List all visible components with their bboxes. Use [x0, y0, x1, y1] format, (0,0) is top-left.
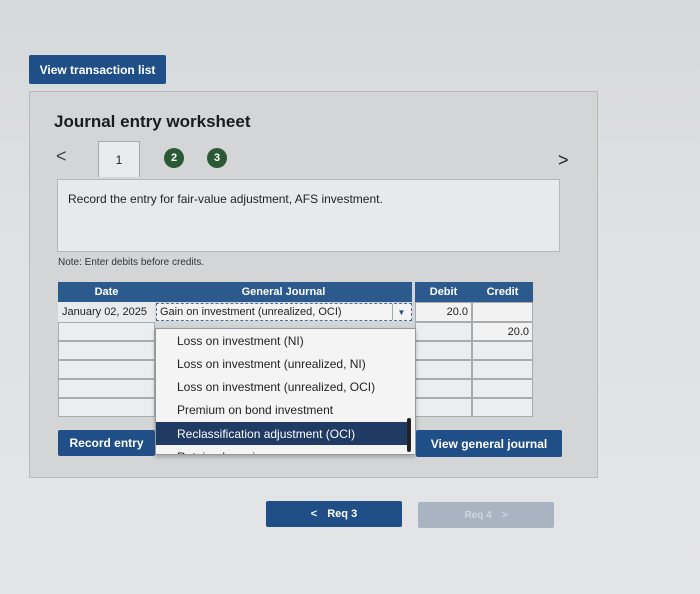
dropdown-option[interactable]: Loss on investment (NI): [156, 329, 408, 352]
debit-input[interactable]: [415, 398, 472, 417]
debit-input[interactable]: [415, 379, 472, 398]
record-entry-button[interactable]: Record entry: [58, 430, 155, 456]
next-requirement-label: Req 4: [464, 509, 492, 521]
credit-input[interactable]: [472, 398, 533, 417]
dropdown-option[interactable]: Premium on bond investment: [156, 398, 408, 421]
tab-label: 1: [115, 152, 123, 167]
date-cell[interactable]: [58, 322, 155, 341]
debit-input[interactable]: [415, 341, 472, 360]
tab-3[interactable]: 3: [207, 148, 227, 168]
view-transaction-list-button[interactable]: View transaction list: [29, 55, 166, 84]
credit-input[interactable]: [472, 379, 533, 398]
date-cell[interactable]: January 02, 2025: [58, 302, 155, 322]
chevron-left-icon[interactable]: <: [56, 146, 72, 166]
view-general-journal-button[interactable]: View general journal: [416, 430, 562, 457]
date-cell[interactable]: [58, 398, 155, 417]
dropdown-option[interactable]: Loss on investment (unrealized, NI): [156, 352, 408, 375]
dropdown-scrollbar[interactable]: [407, 418, 411, 452]
prev-requirement-label: Req 3: [327, 508, 358, 520]
note-text: Note: Enter debits before credits.: [58, 257, 205, 268]
column-header-general-journal: General Journal: [155, 282, 412, 302]
dropdown-option[interactable]: Retained earnings: [156, 445, 408, 455]
dropdown-option[interactable]: Loss on investment (unrealized, OCI): [156, 375, 408, 398]
tab-2[interactable]: 2: [164, 148, 184, 168]
credit-input[interactable]: [472, 341, 533, 360]
date-cell[interactable]: [58, 360, 155, 379]
debit-input[interactable]: [415, 360, 472, 379]
chevron-left-icon: <: [310, 508, 318, 520]
dropdown-option-selected[interactable]: Reclassification adjustment (OCI): [156, 422, 408, 445]
credit-input[interactable]: [472, 302, 533, 322]
column-header-credit: Credit: [472, 282, 533, 302]
column-header-debit: Debit: [415, 282, 472, 302]
account-dropdown-list[interactable]: Loss on investment (NI) Loss on investme…: [155, 328, 416, 455]
next-requirement-button[interactable]: Req 4 >: [418, 502, 554, 528]
instruction-text: Record the entry for fair-value adjustme…: [68, 192, 383, 206]
credit-input[interactable]: 20.0: [472, 322, 533, 341]
debit-input[interactable]: [415, 322, 472, 341]
chevron-right-icon[interactable]: >: [558, 150, 569, 171]
chevron-right-icon: >: [501, 509, 508, 521]
date-cell[interactable]: [58, 379, 155, 398]
prev-requirement-button[interactable]: < Req 3: [266, 501, 402, 527]
dropdown-arrow-icon[interactable]: ▼: [392, 304, 410, 320]
page-title: Journal entry worksheet: [54, 112, 251, 131]
instruction-box: [57, 179, 560, 252]
date-cell[interactable]: [58, 341, 155, 360]
column-header-date: Date: [58, 282, 155, 302]
credit-input[interactable]: [472, 360, 533, 379]
account-select[interactable]: Gain on investment (unrealized, OCI): [156, 303, 412, 321]
tab-1[interactable]: 1: [98, 141, 140, 177]
debit-input[interactable]: 20.0: [415, 302, 472, 322]
